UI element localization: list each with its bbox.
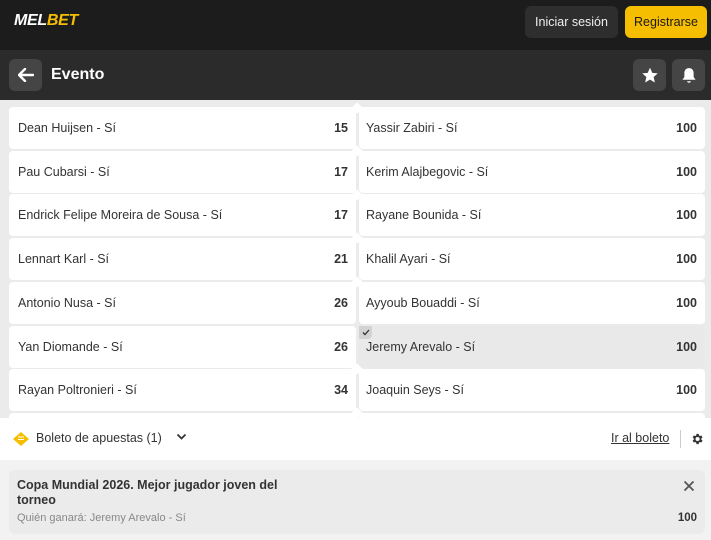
odd-value: 100 — [676, 165, 697, 179]
odd-value: 100 — [676, 208, 697, 222]
logo-part-1: MEL — [14, 12, 47, 29]
betslip-label: Boleto de apuestas (1) — [36, 431, 162, 445]
bet-event-title: Copa Mundial 2026. Mejor jugador joven d… — [17, 478, 278, 507]
bet-card: Copa Mundial 2026. Mejor jugador joven d… — [9, 470, 705, 534]
odd-value: 100 — [676, 252, 697, 266]
odds-row: Yan Diomande - Sí 26 Jeremy Arevalo - Sí… — [0, 326, 711, 368]
odds-list[interactable]: Dean Huijsen - Sí 15 Yassir Zabiri - Sí … — [0, 100, 711, 418]
odd-cell[interactable]: Ayyoub Bouaddi - Sí 100 — [359, 282, 705, 324]
odd-cell[interactable]: Lennart Karl - Sí 21 — [9, 238, 356, 280]
odds-row: Rayan Poltronieri - Sí 34 Joaquin Seys -… — [0, 369, 711, 411]
odd-value: 15 — [334, 121, 348, 135]
selection-name: Kerim Alajbegovic - Sí — [366, 165, 489, 179]
selection-name: Pau Cubarsi - Sí — [18, 165, 110, 179]
odds-row: Dean Huijsen - Sí 15 Yassir Zabiri - Sí … — [0, 107, 711, 149]
checkmark-icon — [359, 326, 372, 339]
melbet-logo[interactable]: MELBET — [14, 12, 78, 30]
divider — [680, 430, 681, 448]
odd-cell[interactable]: Dean Huijsen - Sí 15 — [9, 107, 356, 149]
page-title: Evento — [51, 66, 105, 83]
odd-cell[interactable]: Yan Diomande - Sí 26 — [9, 326, 356, 368]
odd-cell-selected[interactable]: Jeremy Arevalo - Sí 100 — [359, 326, 705, 368]
odd-cell[interactable]: Antonio Nusa - Sí 26 — [9, 282, 356, 324]
selection-name: Rayane Bounida - Sí — [366, 208, 482, 222]
selection-name: Dean Huijsen - Sí — [18, 121, 116, 135]
odd-cell[interactable]: Rayane Bounida - Sí 100 — [359, 194, 705, 236]
chevron-down-icon[interactable] — [176, 433, 187, 441]
bet-odd-value: 100 — [677, 512, 697, 524]
odd-value: 17 — [334, 208, 348, 222]
notifications-button[interactable] — [672, 59, 705, 91]
gear-icon[interactable] — [690, 432, 704, 446]
bet-selection: Quién ganará: Jeremy Arevalo - Sí — [17, 512, 186, 524]
odds-row: Lennart Karl - Sí 21 Khalil Ayari - Sí 1… — [0, 238, 711, 280]
odd-cell[interactable]: Khalil Ayari - Sí 100 — [359, 238, 705, 280]
odd-cell[interactable]: Yassir Zabiri - Sí 100 — [359, 107, 705, 149]
odd-value: 100 — [676, 296, 697, 310]
odd-value: 26 — [334, 296, 348, 310]
star-icon — [641, 67, 658, 83]
odd-cell[interactable]: Kerim Alajbegovic - Sí 100 — [359, 151, 705, 193]
selection-name: Yan Diomande - Sí — [18, 340, 123, 354]
bell-icon — [681, 67, 696, 83]
odd-value: 100 — [676, 121, 697, 135]
selection-name: Lennart Karl - Sí — [18, 252, 110, 266]
odds-row: Pau Cubarsi - Sí 17 Kerim Alajbegovic - … — [0, 151, 711, 193]
selection-name: Endrick Felipe Moreira de Sousa - Sí — [18, 208, 223, 222]
selection-name: Khalil Ayari - Sí — [366, 252, 451, 266]
odd-value: 100 — [676, 340, 697, 354]
odd-cell[interactable]: Endrick Felipe Moreira de Sousa - Sí 17 — [9, 194, 356, 236]
selection-name: Ayyoub Bouaddi - Sí — [366, 296, 480, 310]
odd-value: 21 — [334, 252, 348, 266]
event-header: Evento — [0, 50, 711, 100]
odds-row: Antonio Nusa - Sí 26 Ayyoub Bouaddi - Sí… — [0, 282, 711, 324]
selection-name: Yassir Zabiri - Sí — [366, 121, 458, 135]
odd-cell[interactable]: Rayan Poltronieri - Sí 34 — [9, 369, 356, 411]
odd-cell[interactable]: Joaquin Seys - Sí 100 — [359, 369, 705, 411]
selection-name: Joaquin Seys - Sí — [366, 383, 464, 397]
close-icon[interactable] — [683, 480, 695, 492]
back-button[interactable] — [9, 59, 42, 91]
betslip-bar[interactable]: Boleto de apuestas (1) Ir al boleto — [0, 418, 711, 460]
register-button[interactable]: Registrarse — [625, 6, 707, 38]
selection-name: Antonio Nusa - Sí — [18, 296, 116, 310]
odd-cell[interactable]: Pau Cubarsi - Sí 17 — [9, 151, 356, 193]
favorite-button[interactable] — [633, 59, 666, 91]
odd-value: 26 — [334, 340, 348, 354]
arrow-left-icon — [17, 68, 34, 82]
login-button[interactable]: Iniciar sesión — [525, 6, 618, 38]
selection-name: Rayan Poltronieri - Sí — [18, 383, 137, 397]
go-to-betslip-link[interactable]: Ir al boleto — [611, 431, 669, 445]
selection-name: Jeremy Arevalo - Sí — [366, 340, 476, 354]
odd-value: 100 — [676, 383, 697, 397]
logo-part-2: BET — [46, 12, 78, 29]
odd-value: 34 — [334, 383, 348, 397]
top-bar: MELBET Iniciar sesión Registrarse — [0, 0, 711, 50]
odds-row: Endrick Felipe Moreira de Sousa - Sí 17 … — [0, 194, 711, 236]
ticket-icon — [13, 432, 29, 446]
odd-value: 17 — [334, 165, 348, 179]
